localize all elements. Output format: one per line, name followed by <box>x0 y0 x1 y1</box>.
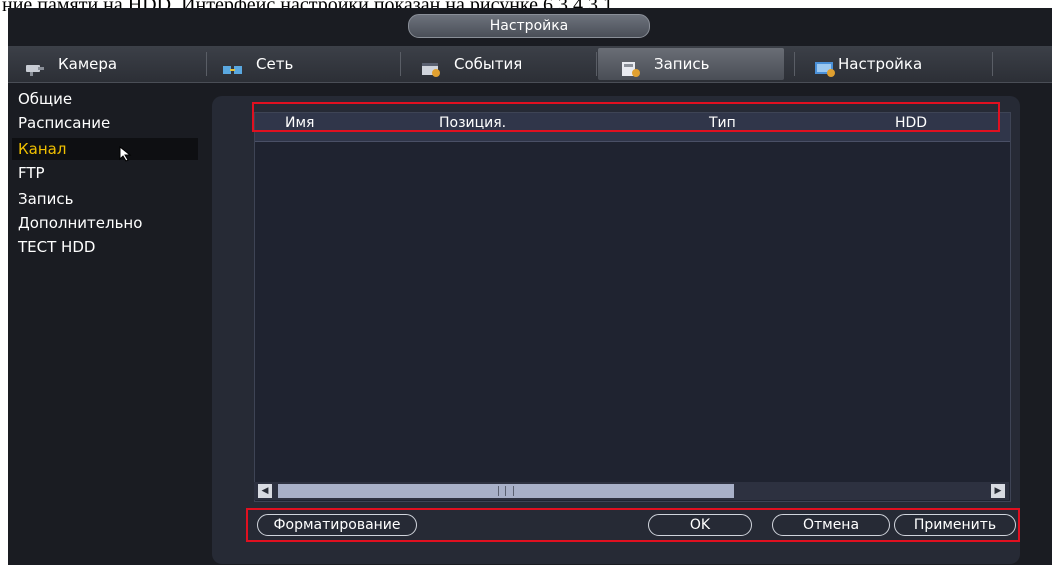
scroll-right-icon[interactable]: ▶ <box>991 484 1005 498</box>
tab-label: Камера <box>58 55 118 73</box>
tab-divider <box>794 52 795 76</box>
camera-icon <box>24 56 46 76</box>
sidebar: Общие Расписание Канал FTP Запись Дополн… <box>8 88 208 288</box>
sidebar-item-hdd-test[interactable]: ТЕСТ HDD <box>12 236 198 258</box>
grip-icon <box>498 486 514 496</box>
sidebar-item-general[interactable]: Общие <box>12 88 198 110</box>
sidebar-item-schedule[interactable]: Расписание <box>12 112 198 134</box>
mouse-cursor-icon <box>118 145 134 163</box>
sidebar-item-channel[interactable]: Канал <box>12 138 198 160</box>
settings-icon <box>814 56 836 77</box>
tab-divider <box>206 52 207 76</box>
sidebar-item-record[interactable]: Запись <box>12 188 198 210</box>
record-icon <box>620 56 642 77</box>
tab-label: Сеть <box>256 55 294 73</box>
tab-divider <box>400 52 401 76</box>
tab-label: События <box>454 55 523 73</box>
scroll-thumb[interactable] <box>278 484 734 498</box>
tab-divider <box>992 52 993 76</box>
tab-settings[interactable]: Настройка <box>814 48 994 80</box>
tab-network[interactable]: Сеть <box>216 48 402 80</box>
window-title: Настройка <box>408 14 650 38</box>
tab-label: Запись <box>654 55 710 73</box>
buttons-highlight-frame <box>246 508 1020 542</box>
main-tabs: Камера Сеть События Запись Настройка <box>8 46 1052 83</box>
network-icon <box>222 56 244 74</box>
events-icon <box>420 56 442 77</box>
tab-camera[interactable]: Камера <box>16 48 204 80</box>
settings-window: Настройка Камера Сеть События Запись Нас… <box>8 8 1052 565</box>
sidebar-item-advanced[interactable]: Дополнительно <box>12 212 198 234</box>
header-highlight-frame <box>252 102 1000 132</box>
tab-events[interactable]: События <box>414 48 600 80</box>
horizontal-scrollbar[interactable]: ◀ ▶ <box>254 482 1009 500</box>
tab-record[interactable]: Запись <box>598 48 784 80</box>
tab-label: Настройка <box>838 55 923 73</box>
sidebar-item-ftp[interactable]: FTP <box>12 162 198 184</box>
tab-divider <box>596 52 597 76</box>
hdd-table: Имя Позиция. Тип HDD <box>254 112 1011 502</box>
scroll-left-icon[interactable]: ◀ <box>258 484 272 498</box>
